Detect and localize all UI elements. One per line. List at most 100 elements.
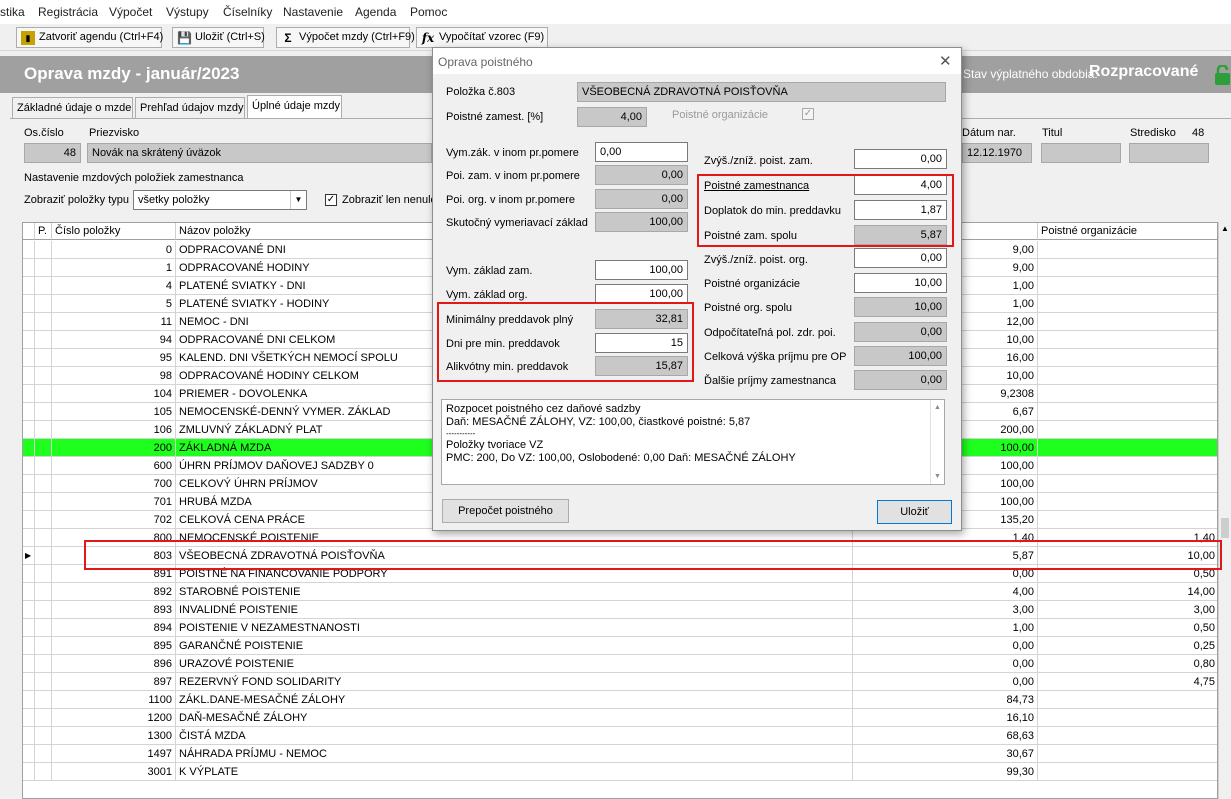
- item-type-select[interactable]: všetky položky ▼: [133, 190, 307, 210]
- org-base-label: Vym. základ org.: [446, 289, 528, 301]
- table-row[interactable]: 895 GARANČNÉ POISTENIE 0,00 0,25: [23, 637, 1217, 655]
- page-title: Oprava mzdy - január/2023: [24, 64, 240, 83]
- other-income-label: Ďalšie príjmy zamestnanca: [704, 375, 837, 387]
- row-indicator: [23, 295, 35, 313]
- item-type-label: Zobraziť položky typu: [24, 194, 130, 206]
- cell-item-number: 4: [52, 277, 176, 295]
- table-row[interactable]: 1300 ČISTÁ MZDA 68,63: [23, 727, 1217, 745]
- cell-org-insurance: [1038, 763, 1217, 781]
- row-indicator: [23, 475, 35, 493]
- menu-bar: stika Registrácia Výpočet Výstupy Číseln…: [0, 0, 1231, 24]
- table-row[interactable]: 3001 K VÝPLATE 99,30: [23, 763, 1217, 781]
- recalc-insurance-button[interactable]: Prepočet poistného: [442, 499, 569, 523]
- nonzero-checkbox[interactable]: ✓: [325, 194, 337, 206]
- row-indicator: [23, 709, 35, 727]
- scroll-down-icon[interactable]: ▼: [934, 470, 941, 483]
- tab-zakladne-udaje[interactable]: Základné údaje o mzde: [12, 97, 133, 118]
- close-icon[interactable]: ✕: [939, 52, 952, 70]
- cell-org-insurance: [1038, 349, 1217, 367]
- chevron-down-icon: ▼: [290, 191, 306, 209]
- table-row[interactable]: 893 INVALIDNÉ POISTENIE 3,00 3,00: [23, 601, 1217, 619]
- memo-line: Rozpocet poistného cez daňové sadzby: [446, 403, 641, 415]
- cell-p: [35, 349, 52, 367]
- annotation-min-advance: [437, 302, 694, 382]
- poi-org-label: Poi. org. v inom pr.pomere: [446, 194, 576, 206]
- row-indicator: [23, 403, 35, 421]
- table-row[interactable]: 1100 ZÁKL.DANE-MESAČNÉ ZÁLOHY 84,73: [23, 691, 1217, 709]
- vym-zak-input[interactable]: 0,00: [595, 142, 688, 162]
- org-premium-input[interactable]: 10,00: [854, 273, 947, 293]
- tab-uplne-udaje[interactable]: Úplné údaje mzdy: [247, 95, 342, 119]
- row-indicator: [23, 655, 35, 673]
- employee-number-label: Os.číslo: [24, 127, 64, 139]
- cell-item-number: 700: [52, 475, 176, 493]
- cell-org-insurance: [1038, 259, 1217, 277]
- row-indicator: [23, 349, 35, 367]
- cell-p: [35, 475, 52, 493]
- org-insurance-checkbox[interactable]: ✓: [802, 108, 814, 120]
- cell-item-number: 1200: [52, 709, 176, 727]
- row-indicator: [23, 727, 35, 745]
- scroll-up-icon[interactable]: ▲: [934, 401, 941, 414]
- table-row[interactable]: 1497 NÁHRADA PRÍJMU - NEMOC 30,67: [23, 745, 1217, 763]
- grid-scrollbar[interactable]: ▲: [1218, 222, 1231, 799]
- menu-item-ciselniky[interactable]: Číselníky: [223, 5, 272, 19]
- memo-scrollbar[interactable]: ▲ ▼: [930, 400, 944, 484]
- menu-item-vypocet[interactable]: Výpočet: [109, 5, 152, 19]
- cell-org-insurance: [1038, 367, 1217, 385]
- cell-employee-insurance: 99,30: [853, 763, 1038, 781]
- adj-org-input[interactable]: 0,00: [854, 248, 947, 268]
- calc-formula-button[interactable]: fx Vypočítať vzorec (F9): [416, 27, 548, 48]
- cell-org-insurance: [1038, 241, 1217, 259]
- cell-item-number: 106: [52, 421, 176, 439]
- menu-item-nastavenie[interactable]: Nastavenie: [283, 5, 343, 19]
- cell-p: [35, 637, 52, 655]
- door-icon: ▮: [21, 31, 35, 45]
- row-indicator: [23, 457, 35, 475]
- cell-item-name: POISTENIE V NEZAMESTNANOSTI: [176, 619, 853, 637]
- item-name-field: VŠEOBECNÁ ZDRAVOTNÁ POISŤOVŇA: [577, 82, 946, 102]
- cell-org-insurance: 3,00: [1038, 601, 1217, 619]
- calc-wage-button[interactable]: Σ Výpočet mzdy (Ctrl+F9): [276, 27, 415, 48]
- scroll-thumb[interactable]: [1221, 518, 1229, 538]
- grid-header-org-insurance[interactable]: Poistné organizácie: [1038, 223, 1217, 240]
- cell-org-insurance: 0,80: [1038, 655, 1217, 673]
- calculation-memo[interactable]: Rozpocet poistného cez daňové sadzby Daň…: [441, 399, 945, 485]
- org-base-input[interactable]: 100,00: [595, 284, 688, 304]
- scroll-up-icon[interactable]: ▲: [1221, 224, 1229, 233]
- table-row[interactable]: 896 URAZOVÉ POISTENIE 0,00 0,80: [23, 655, 1217, 673]
- cell-org-insurance: 0,25: [1038, 637, 1217, 655]
- dialog-titlebar: Oprava poistného ✕: [433, 48, 961, 74]
- grid-header-p[interactable]: P.: [35, 223, 52, 240]
- menu-item-statistika[interactable]: stika: [0, 5, 25, 19]
- close-agenda-button[interactable]: ▮ Zatvoriť agendu (Ctrl+F4): [16, 27, 163, 48]
- actual-base-label: Skutočný vymeriavací základ: [446, 217, 588, 229]
- cell-item-number: 892: [52, 583, 176, 601]
- table-row[interactable]: 894 POISTENIE V NEZAMESTNANOSTI 1,00 0,50: [23, 619, 1217, 637]
- org-total-label: Poistné org. spolu: [704, 302, 793, 314]
- table-row[interactable]: 892 STAROBNÉ POISTENIE 4,00 14,00: [23, 583, 1217, 601]
- unlock-icon: [1215, 65, 1230, 85]
- cell-item-name: REZERVNÝ FOND SOLIDARITY: [176, 673, 853, 691]
- save-button[interactable]: 💾 Uložiť (Ctrl+S): [172, 27, 265, 48]
- cell-item-number: 0: [52, 241, 176, 259]
- cell-p: [35, 655, 52, 673]
- adj-employee-input[interactable]: 0,00: [854, 149, 947, 169]
- dialog-save-button[interactable]: Uložiť: [877, 500, 952, 524]
- menu-item-vystupy[interactable]: Výstupy: [166, 5, 209, 19]
- org-insurance-label: Poistné organizácie: [672, 109, 769, 121]
- deductible-label: Odpočítateľná pol. zdr. poi.: [704, 327, 836, 339]
- employee-base-input[interactable]: 100,00: [595, 260, 688, 280]
- menu-item-agenda[interactable]: Agenda: [355, 5, 396, 19]
- cell-item-name: ČISTÁ MZDA: [176, 727, 853, 745]
- cell-item-number: 3001: [52, 763, 176, 781]
- tab-prehlad-udajov[interactable]: Prehľad údajov mzdy: [135, 97, 245, 118]
- grid-header-item-number[interactable]: Číslo položky: [52, 223, 176, 240]
- menu-item-pomoc[interactable]: Pomoc: [410, 5, 447, 19]
- cell-p: [35, 619, 52, 637]
- menu-item-registracia[interactable]: Registrácia: [38, 5, 98, 19]
- surname-field: Novák na skrátený úväzok: [87, 143, 432, 163]
- table-row[interactable]: 897 REZERVNÝ FOND SOLIDARITY 0,00 4,75: [23, 673, 1217, 691]
- table-row[interactable]: 1200 DAŇ-MESAČNÉ ZÁLOHY 16,10: [23, 709, 1217, 727]
- employee-rate-field: 4,00: [577, 107, 647, 127]
